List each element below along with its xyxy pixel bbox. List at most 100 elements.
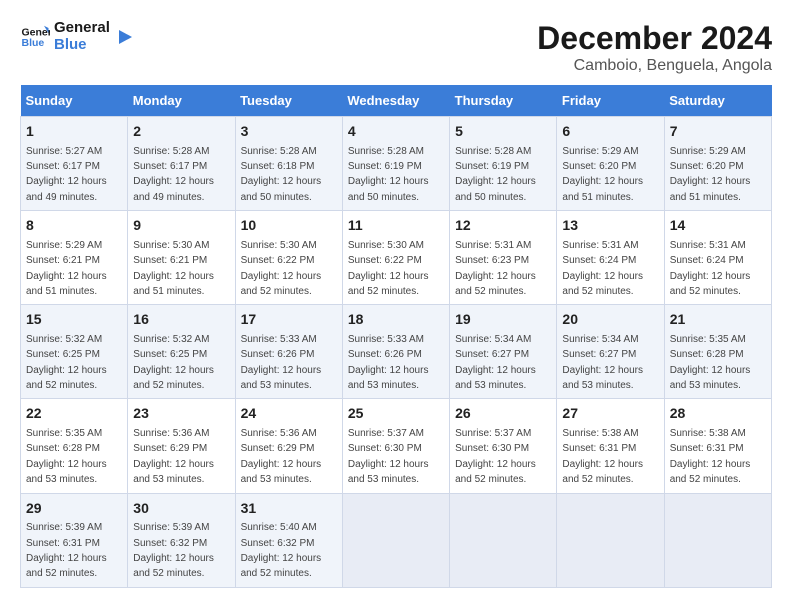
day-info: Sunrise: 5:28 AMSunset: 6:18 PMDaylight:…: [241, 146, 322, 203]
table-row: 16 Sunrise: 5:32 AMSunset: 6:25 PMDaylig…: [128, 305, 235, 399]
day-number: 25: [348, 404, 444, 424]
day-info: Sunrise: 5:36 AMSunset: 6:29 PMDaylight:…: [241, 428, 322, 485]
table-row: 9 Sunrise: 5:30 AMSunset: 6:21 PMDayligh…: [128, 211, 235, 305]
table-row: [664, 493, 771, 587]
table-row: 18 Sunrise: 5:33 AMSunset: 6:26 PMDaylig…: [342, 305, 449, 399]
day-info: Sunrise: 5:31 AMSunset: 6:24 PMDaylight:…: [562, 240, 643, 297]
table-row: 8 Sunrise: 5:29 AMSunset: 6:21 PMDayligh…: [21, 211, 128, 305]
table-row: [450, 493, 557, 587]
day-info: Sunrise: 5:36 AMSunset: 6:29 PMDaylight:…: [133, 428, 214, 485]
table-row: 27 Sunrise: 5:38 AMSunset: 6:31 PMDaylig…: [557, 399, 664, 493]
logo: General Blue General Blue: [20, 20, 134, 53]
table-row: [342, 493, 449, 587]
calendar-title: December 2024: [537, 20, 772, 57]
calendar-subtitle: Camboio, Benguela, Angola: [537, 57, 772, 75]
day-info: Sunrise: 5:27 AMSunset: 6:17 PMDaylight:…: [26, 146, 107, 203]
day-number: 8: [26, 216, 122, 236]
calendar-week-5: 29 Sunrise: 5:39 AMSunset: 6:31 PMDaylig…: [21, 493, 772, 587]
table-row: 11 Sunrise: 5:30 AMSunset: 6:22 PMDaylig…: [342, 211, 449, 305]
day-info: Sunrise: 5:33 AMSunset: 6:26 PMDaylight:…: [348, 334, 429, 391]
table-row: 20 Sunrise: 5:34 AMSunset: 6:27 PMDaylig…: [557, 305, 664, 399]
table-row: 3 Sunrise: 5:28 AMSunset: 6:18 PMDayligh…: [235, 117, 342, 211]
table-row: 30 Sunrise: 5:39 AMSunset: 6:32 PMDaylig…: [128, 493, 235, 587]
table-row: 10 Sunrise: 5:30 AMSunset: 6:22 PMDaylig…: [235, 211, 342, 305]
table-row: 22 Sunrise: 5:35 AMSunset: 6:28 PMDaylig…: [21, 399, 128, 493]
day-number: 5: [455, 122, 551, 142]
calendar-header-row: Sunday Monday Tuesday Wednesday Thursday…: [21, 85, 772, 117]
day-info: Sunrise: 5:34 AMSunset: 6:27 PMDaylight:…: [562, 334, 643, 391]
calendar-week-3: 15 Sunrise: 5:32 AMSunset: 6:25 PMDaylig…: [21, 305, 772, 399]
day-number: 1: [26, 122, 122, 142]
svg-text:Blue: Blue: [22, 37, 45, 49]
table-row: 7 Sunrise: 5:29 AMSunset: 6:20 PMDayligh…: [664, 117, 771, 211]
table-row: 13 Sunrise: 5:31 AMSunset: 6:24 PMDaylig…: [557, 211, 664, 305]
day-info: Sunrise: 5:28 AMSunset: 6:19 PMDaylight:…: [455, 146, 536, 203]
table-row: 31 Sunrise: 5:40 AMSunset: 6:32 PMDaylig…: [235, 493, 342, 587]
day-info: Sunrise: 5:32 AMSunset: 6:25 PMDaylight:…: [133, 334, 214, 391]
day-number: 13: [562, 216, 658, 236]
table-row: 4 Sunrise: 5:28 AMSunset: 6:19 PMDayligh…: [342, 117, 449, 211]
table-row: 17 Sunrise: 5:33 AMSunset: 6:26 PMDaylig…: [235, 305, 342, 399]
header-sunday: Sunday: [21, 85, 128, 117]
day-info: Sunrise: 5:30 AMSunset: 6:22 PMDaylight:…: [241, 240, 322, 297]
table-row: 29 Sunrise: 5:39 AMSunset: 6:31 PMDaylig…: [21, 493, 128, 587]
day-info: Sunrise: 5:38 AMSunset: 6:31 PMDaylight:…: [670, 428, 751, 485]
day-info: Sunrise: 5:31 AMSunset: 6:24 PMDaylight:…: [670, 240, 751, 297]
day-number: 20: [562, 310, 658, 330]
table-row: 6 Sunrise: 5:29 AMSunset: 6:20 PMDayligh…: [557, 117, 664, 211]
day-number: 18: [348, 310, 444, 330]
day-number: 4: [348, 122, 444, 142]
day-number: 27: [562, 404, 658, 424]
day-info: Sunrise: 5:29 AMSunset: 6:20 PMDaylight:…: [562, 146, 643, 203]
day-info: Sunrise: 5:29 AMSunset: 6:21 PMDaylight:…: [26, 240, 107, 297]
day-info: Sunrise: 5:33 AMSunset: 6:26 PMDaylight:…: [241, 334, 322, 391]
day-info: Sunrise: 5:39 AMSunset: 6:31 PMDaylight:…: [26, 522, 107, 579]
day-number: 30: [133, 499, 229, 519]
day-number: 3: [241, 122, 337, 142]
calendar-table: Sunday Monday Tuesday Wednesday Thursday…: [20, 85, 772, 588]
table-row: 28 Sunrise: 5:38 AMSunset: 6:31 PMDaylig…: [664, 399, 771, 493]
day-info: Sunrise: 5:32 AMSunset: 6:25 PMDaylight:…: [26, 334, 107, 391]
table-row: 19 Sunrise: 5:34 AMSunset: 6:27 PMDaylig…: [450, 305, 557, 399]
table-row: 14 Sunrise: 5:31 AMSunset: 6:24 PMDaylig…: [664, 211, 771, 305]
day-info: Sunrise: 5:35 AMSunset: 6:28 PMDaylight:…: [26, 428, 107, 485]
day-number: 26: [455, 404, 551, 424]
day-number: 10: [241, 216, 337, 236]
table-row: 1 Sunrise: 5:27 AMSunset: 6:17 PMDayligh…: [21, 117, 128, 211]
logo-arrow-icon: [114, 27, 134, 47]
day-info: Sunrise: 5:28 AMSunset: 6:19 PMDaylight:…: [348, 146, 429, 203]
day-number: 2: [133, 122, 229, 142]
day-number: 9: [133, 216, 229, 236]
calendar-week-4: 22 Sunrise: 5:35 AMSunset: 6:28 PMDaylig…: [21, 399, 772, 493]
day-info: Sunrise: 5:35 AMSunset: 6:28 PMDaylight:…: [670, 334, 751, 391]
day-number: 16: [133, 310, 229, 330]
day-number: 21: [670, 310, 766, 330]
day-number: 7: [670, 122, 766, 142]
day-number: 29: [26, 499, 122, 519]
header-thursday: Thursday: [450, 85, 557, 117]
day-info: Sunrise: 5:40 AMSunset: 6:32 PMDaylight:…: [241, 522, 322, 579]
day-number: 6: [562, 122, 658, 142]
header-tuesday: Tuesday: [235, 85, 342, 117]
table-row: 5 Sunrise: 5:28 AMSunset: 6:19 PMDayligh…: [450, 117, 557, 211]
day-info: Sunrise: 5:31 AMSunset: 6:23 PMDaylight:…: [455, 240, 536, 297]
day-info: Sunrise: 5:38 AMSunset: 6:31 PMDaylight:…: [562, 428, 643, 485]
day-info: Sunrise: 5:37 AMSunset: 6:30 PMDaylight:…: [455, 428, 536, 485]
day-number: 19: [455, 310, 551, 330]
day-number: 17: [241, 310, 337, 330]
day-info: Sunrise: 5:29 AMSunset: 6:20 PMDaylight:…: [670, 146, 751, 203]
table-row: 15 Sunrise: 5:32 AMSunset: 6:25 PMDaylig…: [21, 305, 128, 399]
day-number: 12: [455, 216, 551, 236]
day-number: 31: [241, 499, 337, 519]
day-info: Sunrise: 5:34 AMSunset: 6:27 PMDaylight:…: [455, 334, 536, 391]
calendar-week-2: 8 Sunrise: 5:29 AMSunset: 6:21 PMDayligh…: [21, 211, 772, 305]
header-monday: Monday: [128, 85, 235, 117]
header-wednesday: Wednesday: [342, 85, 449, 117]
table-row: 21 Sunrise: 5:35 AMSunset: 6:28 PMDaylig…: [664, 305, 771, 399]
day-number: 24: [241, 404, 337, 424]
day-info: Sunrise: 5:28 AMSunset: 6:17 PMDaylight:…: [133, 146, 214, 203]
table-row: 12 Sunrise: 5:31 AMSunset: 6:23 PMDaylig…: [450, 211, 557, 305]
day-number: 23: [133, 404, 229, 424]
day-info: Sunrise: 5:39 AMSunset: 6:32 PMDaylight:…: [133, 522, 214, 579]
day-info: Sunrise: 5:30 AMSunset: 6:21 PMDaylight:…: [133, 240, 214, 297]
